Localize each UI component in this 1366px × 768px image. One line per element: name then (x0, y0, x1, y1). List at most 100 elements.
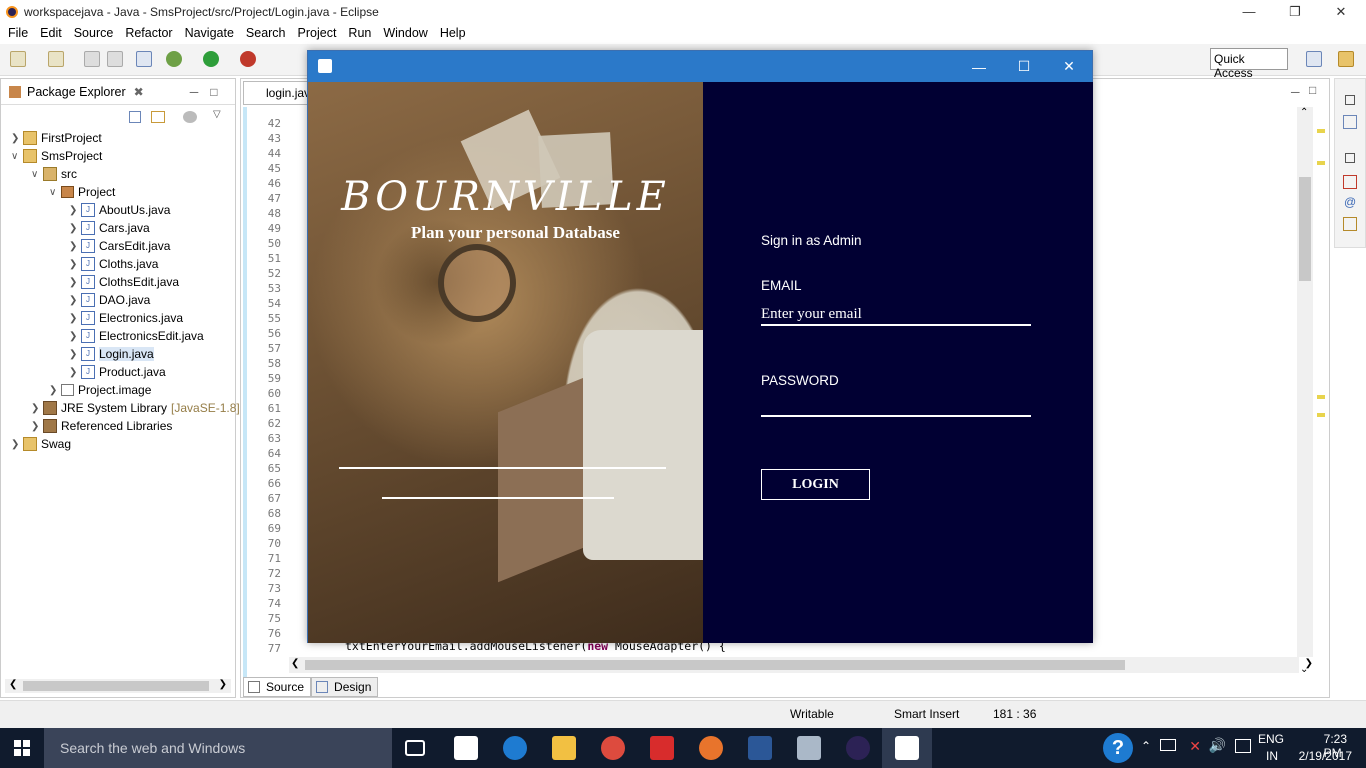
design-tab[interactable]: Design (311, 677, 379, 697)
overview-marker[interactable] (1317, 129, 1325, 133)
menu-run[interactable]: Run (342, 26, 377, 40)
skip-breakpoints-icon[interactable] (136, 51, 152, 67)
restore-icon[interactable] (1345, 153, 1355, 163)
menu-file[interactable]: File (2, 26, 34, 40)
task-view-icon[interactable] (405, 740, 425, 756)
menu-window[interactable]: Window (377, 26, 433, 40)
save-icon[interactable] (84, 51, 100, 67)
dialog-minimize-button[interactable]: — (956, 51, 1002, 82)
tree-item-firstproject[interactable]: ❯ FirstProject (11, 129, 102, 147)
quick-access-field[interactable]: Quick Access (1210, 48, 1288, 80)
tree-item-clothsedit[interactable]: ❯ J ClothsEdit.java (69, 273, 179, 291)
photos-icon[interactable] (797, 736, 821, 760)
tree-item-login[interactable]: ❯ J Login.java (69, 345, 154, 363)
collapse-all-icon[interactable] (129, 111, 141, 123)
tree-item-swag[interactable]: ❯ Swag (11, 435, 71, 453)
menu-search[interactable]: Search (240, 26, 292, 40)
debug-icon[interactable] (166, 51, 182, 67)
tree-item-referenced-libraries[interactable]: ❯ Referenced Libraries (31, 417, 172, 435)
email-input[interactable]: Enter your email (761, 306, 1031, 323)
editor-tab-login[interactable]: login.java (243, 81, 317, 105)
external-tools-icon[interactable] (240, 51, 256, 67)
scroll-left-icon[interactable]: ❮ (291, 658, 299, 669)
source-tab[interactable]: Source (243, 677, 312, 697)
clock-date[interactable]: 2/19/2017 (1299, 749, 1352, 763)
close-view-icon[interactable]: ✖ (134, 85, 144, 99)
tree-item-product[interactable]: ❯ J Product.java (69, 363, 166, 381)
open-perspective-icon[interactable] (1306, 51, 1322, 67)
tree-item-smsproject[interactable]: ∨ SmsProject (11, 147, 102, 165)
tree-item-project-package[interactable]: ∨ Project (49, 183, 115, 201)
menu-navigate[interactable]: Navigate (179, 26, 240, 40)
scrollbar-thumb[interactable] (23, 681, 209, 691)
store-icon[interactable] (454, 736, 478, 760)
menu-project[interactable]: Project (292, 26, 343, 40)
restore-icon[interactable] (1345, 95, 1355, 105)
scroll-right-icon[interactable]: ❯ (1305, 658, 1313, 669)
tree-item-src[interactable]: ∨ src (31, 165, 77, 183)
editor-horizontal-scrollbar[interactable]: ❮ ❯ (289, 657, 1313, 673)
overview-marker[interactable] (1317, 161, 1325, 165)
tree-item-project-image[interactable]: ❯ Project.image (49, 381, 151, 399)
dialog-title-bar[interactable]: — ☐ ✕ (308, 51, 1092, 82)
tree-item-dao[interactable]: ❯ J DAO.java (69, 291, 150, 309)
tree-item-carsedit[interactable]: ❯ J CarsEdit.java (69, 237, 170, 255)
problems-icon[interactable] (1343, 175, 1357, 189)
tree-item-cloths[interactable]: ❯ J Cloths.java (69, 255, 158, 273)
java-perspective-icon[interactable] (1338, 51, 1354, 67)
new-package-icon[interactable] (48, 51, 64, 67)
maximize-view-icon[interactable]: □ (210, 85, 217, 99)
scroll-right-icon[interactable]: ❯ (219, 679, 227, 690)
outline-icon[interactable] (1343, 115, 1357, 129)
view-menu-icon[interactable]: ▽ (213, 109, 221, 120)
vivaldi-icon[interactable] (650, 736, 674, 760)
save-all-icon[interactable] (107, 51, 123, 67)
menu-edit[interactable]: Edit (34, 26, 68, 40)
tree-item-electronicsedit[interactable]: ❯ J ElectronicsEdit.java (69, 327, 204, 345)
wifi-disconnected-icon[interactable]: ✕ (1189, 738, 1201, 755)
tree-item-cars[interactable]: ❯ J Cars.java (69, 219, 150, 237)
java-app-taskbar-item[interactable] (882, 728, 932, 768)
link-editor-icon[interactable] (151, 111, 165, 123)
filter-icon[interactable] (183, 111, 197, 123)
menu-source[interactable]: Source (68, 26, 120, 40)
start-button[interactable] (14, 740, 30, 756)
login-button[interactable]: LOGIN (761, 469, 870, 500)
chrome-icon[interactable] (601, 736, 625, 760)
editor-vertical-scrollbar[interactable]: ⌃ ⌄ (1297, 107, 1313, 675)
maximize-button[interactable]: ❐ (1272, 0, 1318, 23)
volume-icon[interactable]: 🔊 (1209, 737, 1226, 754)
overview-marker[interactable] (1317, 413, 1325, 417)
menu-help[interactable]: Help (434, 26, 472, 40)
edge-icon[interactable] (503, 736, 527, 760)
run-icon[interactable] (203, 51, 219, 67)
new-icon[interactable] (10, 51, 26, 67)
network-icon[interactable] (1160, 739, 1176, 751)
word-icon[interactable] (748, 736, 772, 760)
scroll-up-icon[interactable]: ⌃ (1300, 107, 1308, 118)
taskbar-search-box[interactable]: Search the web and Windows (44, 728, 392, 768)
minimize-view-icon[interactable]: ─ (190, 85, 199, 99)
dialog-close-button[interactable]: ✕ (1046, 51, 1092, 82)
javadoc-icon[interactable]: @ (1344, 195, 1356, 209)
tree-item-jre[interactable]: ❯ JRE System Library [JavaSE-1.8] (31, 399, 240, 417)
show-hidden-icons[interactable]: ⌃ (1141, 739, 1151, 753)
scrollbar-thumb[interactable] (305, 660, 1125, 670)
eclipse-taskbar-icon[interactable] (846, 736, 870, 760)
scrollbar-thumb[interactable] (1299, 177, 1311, 281)
editor-minimize-icon[interactable]: ─ (1291, 85, 1300, 99)
editor-maximize-icon[interactable]: □ (1309, 83, 1316, 97)
horizontal-scrollbar[interactable]: ❮ ❯ (5, 679, 231, 693)
tree-item-electronics[interactable]: ❯ J Electronics.java (69, 309, 183, 327)
declaration-icon[interactable] (1343, 217, 1357, 231)
language-indicator-top[interactable]: ENG (1258, 732, 1284, 746)
firefox-icon[interactable] (699, 736, 723, 760)
package-explorer-tab[interactable]: Package Explorer (27, 85, 126, 99)
help-icon[interactable]: ? (1103, 733, 1133, 763)
menu-refactor[interactable]: Refactor (119, 26, 178, 40)
minimize-button[interactable]: — (1226, 0, 1272, 23)
dialog-maximize-button[interactable]: ☐ (1001, 51, 1047, 82)
close-button[interactable]: ✕ (1318, 0, 1364, 23)
overview-marker[interactable] (1317, 395, 1325, 399)
language-indicator-bottom[interactable]: IN (1266, 749, 1278, 763)
